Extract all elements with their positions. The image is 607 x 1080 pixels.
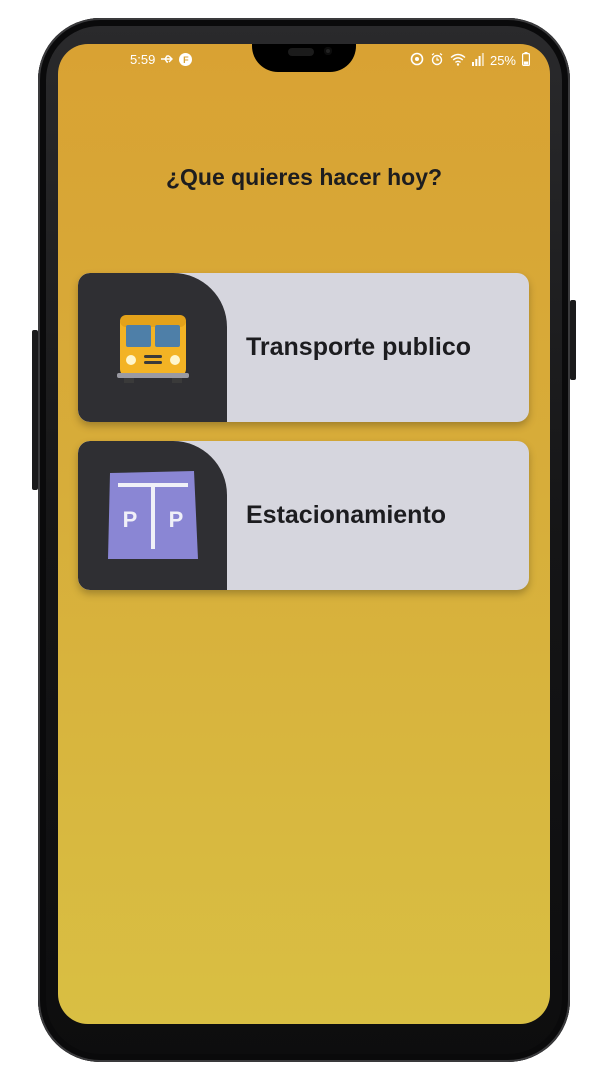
battery-percent: 25%: [489, 53, 516, 68]
phone-mockup: 5:59 F 25% ¿Que quieres hacer hoy? Trans…: [0, 0, 607, 1080]
app-screen: 5:59 F 25% ¿Que quieres hacer hoy? Trans…: [58, 44, 550, 1024]
parking-right-letter: P: [169, 507, 184, 532]
transport-option-card[interactable]: Transporte publico: [78, 273, 529, 422]
parking-icon: P P: [108, 471, 198, 561]
parking-left-letter: P: [123, 507, 138, 532]
parking-icon-panel: P P: [78, 441, 227, 590]
status-left: 5:59 F: [130, 52, 193, 67]
front-camera: [324, 47, 332, 55]
page-title: ¿Que quieres hacer hoy?: [165, 164, 443, 190]
status-right: 25%: [410, 52, 531, 69]
signal-icon: [471, 52, 484, 69]
bus-icon: [108, 303, 198, 393]
status-time: 5:59: [130, 52, 156, 67]
transport-icon-panel: [78, 273, 227, 422]
parking-option-card[interactable]: P P Estacionamiento: [78, 441, 529, 590]
transport-option-label: Transporte publico: [246, 333, 472, 361]
wifi-icon: [450, 53, 466, 69]
battery-icon: [522, 52, 531, 69]
data-saver-icon: [410, 52, 424, 69]
power-button: [570, 300, 576, 380]
earpiece: [288, 48, 314, 56]
app-notification-icon: F: [179, 53, 193, 66]
parking-option-label: Estacionamiento: [246, 501, 447, 529]
alarm-icon: [430, 52, 444, 69]
usb-icon: [160, 53, 174, 67]
camera-notch: [252, 44, 356, 72]
